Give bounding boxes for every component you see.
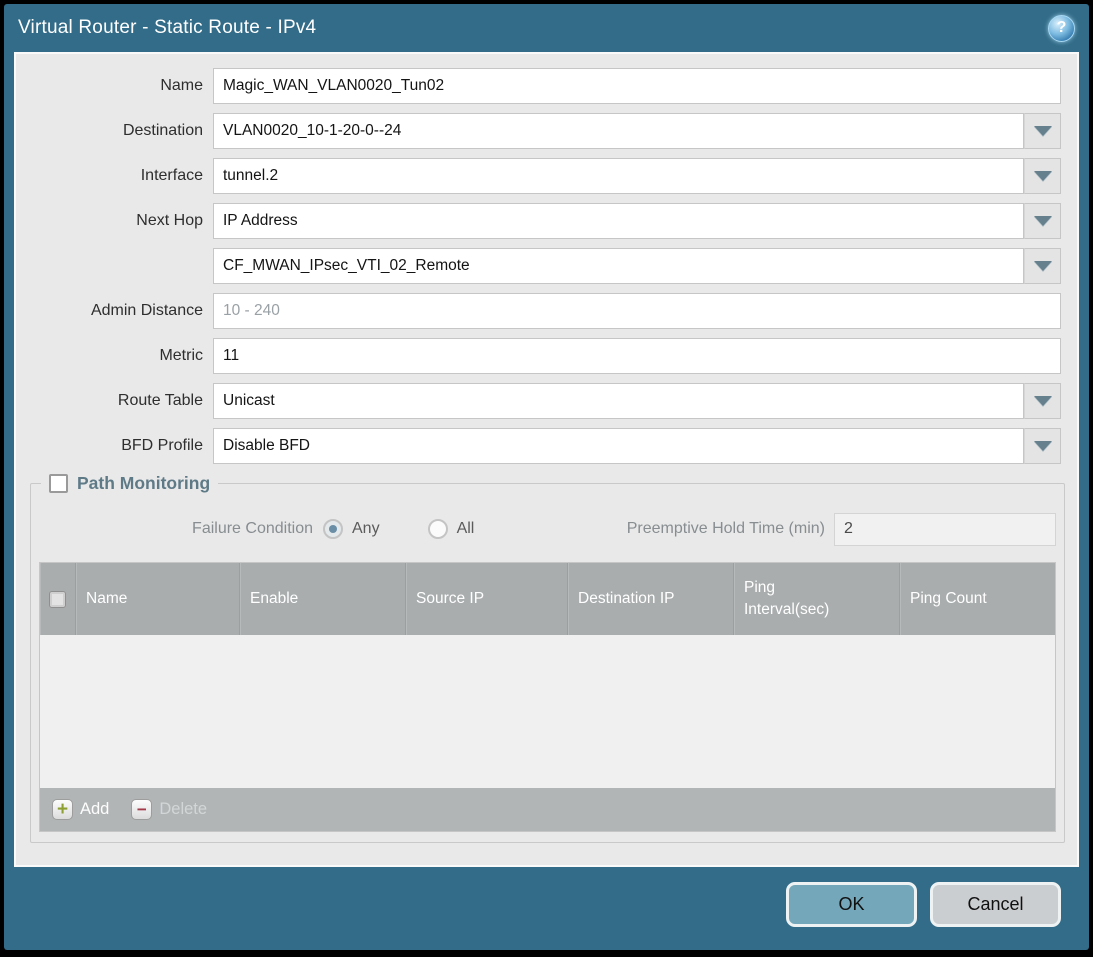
ok-button[interactable]: OK xyxy=(786,882,917,927)
path-monitoring-table-body xyxy=(40,635,1055,788)
chevron-down-icon xyxy=(1034,396,1052,406)
dialog-title: Virtual Router - Static Route - IPv4 xyxy=(18,17,316,39)
admin-distance-input[interactable] xyxy=(213,293,1061,329)
help-icon[interactable]: ? xyxy=(1048,15,1075,42)
next-hop-address-dropdown-button[interactable] xyxy=(1024,248,1061,284)
next-hop-label: Next Hop xyxy=(16,212,213,230)
metric-input[interactable] xyxy=(213,338,1061,374)
failure-condition-row: Failure Condition Any All Preemptive Hol… xyxy=(39,512,1056,546)
add-plus-icon: + xyxy=(52,799,73,820)
dialog-footer: OK Cancel xyxy=(4,867,1089,950)
path-monitoring-table-toolbar: + Add − Delete xyxy=(40,788,1055,831)
path-monitoring-legend: Path Monitoring xyxy=(41,473,218,494)
form-row-destination: Destination xyxy=(16,113,1061,149)
path-monitoring-checkbox[interactable] xyxy=(49,474,68,493)
next-hop-type-dropdown-button[interactable] xyxy=(1024,203,1061,239)
form-row-next-hop-value xyxy=(16,248,1061,284)
name-input[interactable] xyxy=(213,68,1061,104)
add-button[interactable]: + Add xyxy=(52,799,109,820)
delete-button[interactable]: − Delete xyxy=(131,799,207,820)
interface-dropdown-button[interactable] xyxy=(1024,158,1061,194)
column-header-ping-interval: Ping Interval(sec) xyxy=(734,563,900,635)
dialog-content: Name Destination Interface xyxy=(14,52,1079,867)
column-header-ping-count: Ping Count xyxy=(900,563,1055,635)
column-header-destination-ip: Destination IP xyxy=(568,563,734,635)
destination-label: Destination xyxy=(16,122,213,140)
failure-condition-label: Failure Condition xyxy=(39,520,323,538)
form-row-metric: Metric xyxy=(16,338,1061,374)
name-label: Name xyxy=(16,77,213,95)
metric-label: Metric xyxy=(16,347,213,365)
next-hop-address-input[interactable] xyxy=(213,248,1024,284)
title-bar: Virtual Router - Static Route - IPv4 ? xyxy=(4,4,1089,52)
destination-input[interactable] xyxy=(213,113,1024,149)
cancel-button[interactable]: Cancel xyxy=(930,882,1061,927)
route-table-dropdown-button[interactable] xyxy=(1024,383,1061,419)
form-row-admin-distance: Admin Distance xyxy=(16,293,1061,329)
path-monitoring-title: Path Monitoring xyxy=(77,473,210,494)
route-table-label: Route Table xyxy=(16,392,213,410)
chevron-down-icon xyxy=(1034,261,1052,271)
interface-input[interactable] xyxy=(213,158,1024,194)
radio-all-label: All xyxy=(457,520,475,538)
radio-any-label: Any xyxy=(352,520,380,538)
static-route-dialog: Virtual Router - Static Route - IPv4 ? N… xyxy=(4,4,1089,950)
column-header-name: Name xyxy=(76,563,240,635)
failure-condition-radio-any[interactable] xyxy=(323,519,343,539)
static-route-form: Name Destination Interface xyxy=(16,54,1077,464)
bfd-profile-dropdown-button[interactable] xyxy=(1024,428,1061,464)
chevron-down-icon xyxy=(1034,126,1052,136)
delete-minus-icon: − xyxy=(131,799,152,820)
path-monitoring-section: Path Monitoring Failure Condition Any Al… xyxy=(30,473,1065,843)
delete-button-label: Delete xyxy=(159,800,207,819)
destination-dropdown-button[interactable] xyxy=(1024,113,1061,149)
admin-distance-label: Admin Distance xyxy=(16,302,213,320)
column-header-source-ip: Source IP xyxy=(406,563,568,635)
column-header-enable: Enable xyxy=(240,563,406,635)
failure-condition-radio-all[interactable] xyxy=(428,519,448,539)
path-monitoring-table: Name Enable Source IP Destination IP Pin… xyxy=(39,562,1056,832)
chevron-down-icon xyxy=(1034,171,1052,181)
interface-label: Interface xyxy=(16,167,213,185)
preemptive-hold-time-input[interactable] xyxy=(834,513,1056,546)
preemptive-hold-time-label: Preemptive Hold Time (min) xyxy=(627,520,834,538)
form-row-next-hop: Next Hop xyxy=(16,203,1061,239)
select-all-checkbox[interactable] xyxy=(49,591,66,608)
form-row-name: Name xyxy=(16,68,1061,104)
bfd-profile-input[interactable] xyxy=(213,428,1024,464)
add-button-label: Add xyxy=(80,800,109,819)
path-monitoring-table-header: Name Enable Source IP Destination IP Pin… xyxy=(40,563,1055,635)
form-row-bfd-profile: BFD Profile xyxy=(16,428,1061,464)
chevron-down-icon xyxy=(1034,441,1052,451)
route-table-input[interactable] xyxy=(213,383,1024,419)
chevron-down-icon xyxy=(1034,216,1052,226)
next-hop-type-input[interactable] xyxy=(213,203,1024,239)
form-row-interface: Interface xyxy=(16,158,1061,194)
form-row-route-table: Route Table xyxy=(16,383,1061,419)
bfd-profile-label: BFD Profile xyxy=(16,437,213,455)
